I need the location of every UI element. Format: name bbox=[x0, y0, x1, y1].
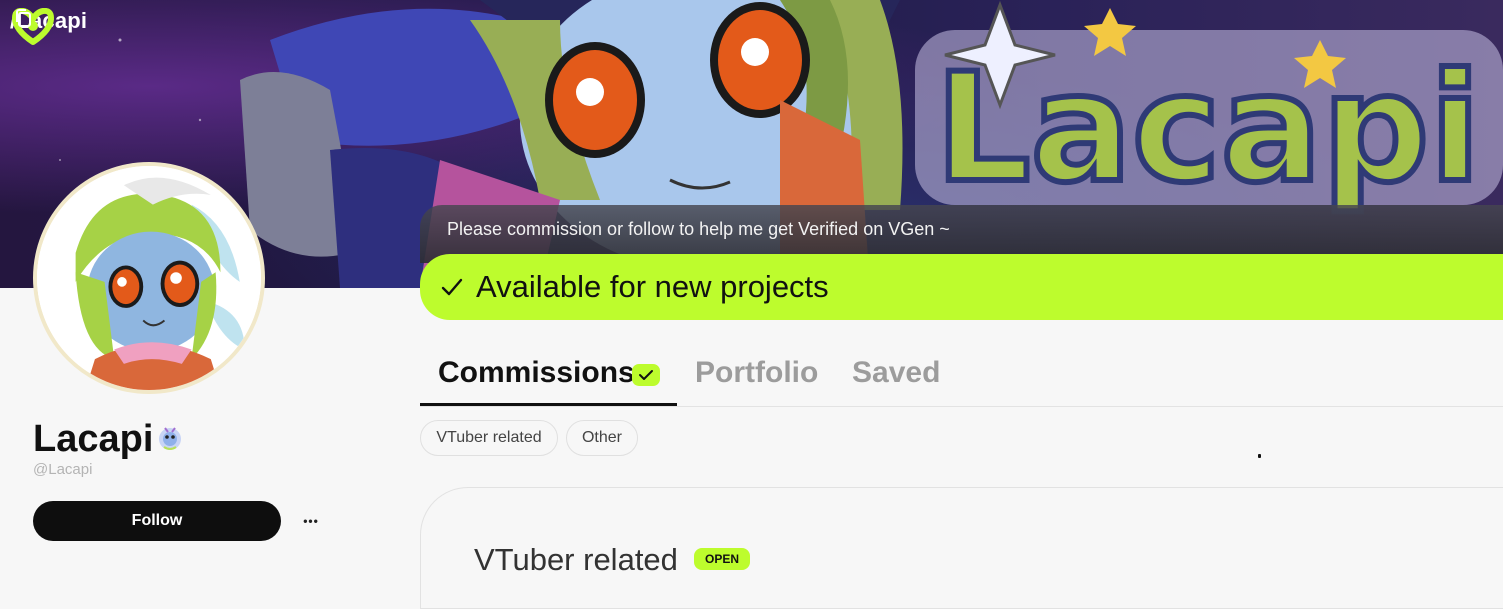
filter-chip-other[interactable]: Other bbox=[566, 420, 638, 456]
tab-portfolio[interactable]: Portfolio bbox=[695, 356, 818, 390]
checkmark-icon bbox=[441, 278, 463, 296]
username: @Lacapi bbox=[33, 461, 93, 478]
commission-card-title[interactable]: VTuber related bbox=[474, 542, 678, 578]
more-options-button[interactable]: ••• bbox=[296, 506, 326, 536]
verified-check-icon bbox=[632, 364, 660, 386]
tab-commissions[interactable]: Commissions bbox=[438, 356, 635, 390]
avatar-image bbox=[37, 166, 261, 390]
availability-status: Available for new projects bbox=[420, 254, 1503, 320]
availability-label: Available for new projects bbox=[476, 269, 829, 304]
cursor-dot bbox=[1258, 454, 1261, 458]
active-tab-indicator bbox=[420, 403, 677, 406]
display-name: Lacapi bbox=[33, 418, 154, 460]
avatar[interactable] bbox=[33, 162, 265, 394]
profile-tabs: Commissions Portfolio Saved bbox=[420, 344, 1503, 407]
open-status-badge: OPEN bbox=[694, 548, 750, 570]
more-options-icon: ••• bbox=[303, 514, 319, 528]
banner-logo-text: Lacapi bbox=[935, 42, 1481, 216]
copy-icon[interactable] bbox=[14, 8, 32, 28]
follow-button[interactable]: Follow bbox=[33, 501, 281, 541]
creator-badge-icon[interactable] bbox=[157, 425, 183, 451]
filter-chip-vtuber-related[interactable]: VTuber related bbox=[420, 420, 558, 456]
site-header: /Lacapi bbox=[10, 8, 87, 45]
tab-saved[interactable]: Saved bbox=[852, 356, 940, 390]
